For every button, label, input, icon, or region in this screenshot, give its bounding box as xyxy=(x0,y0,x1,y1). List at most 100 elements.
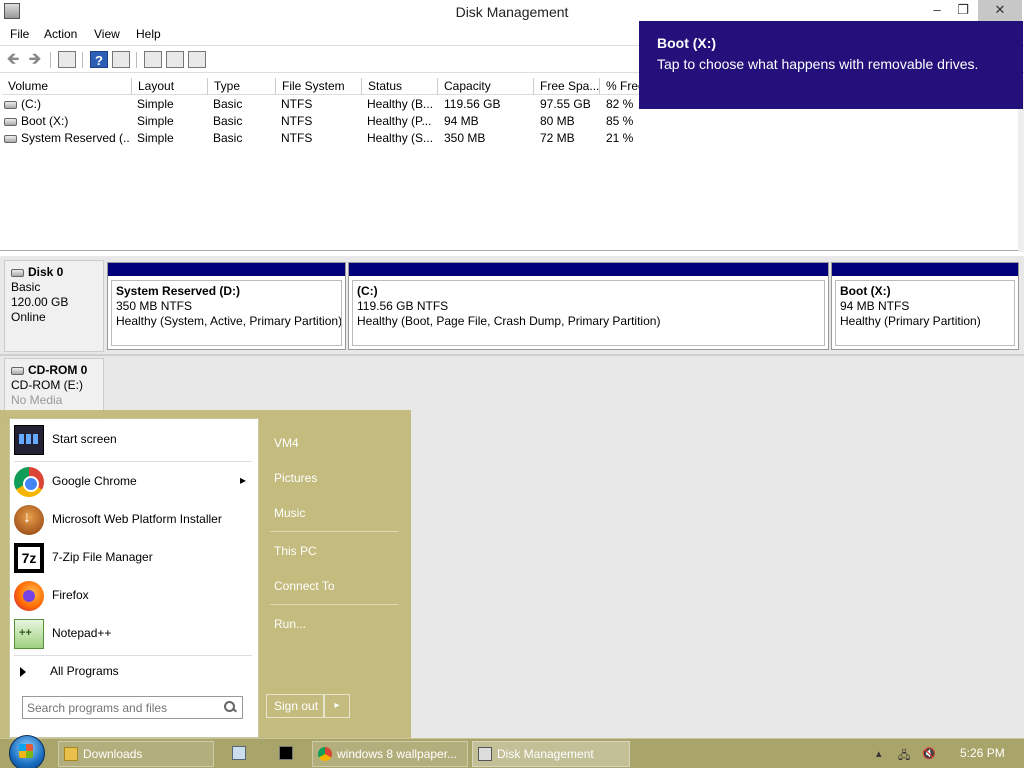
menu-file[interactable]: File xyxy=(10,27,29,41)
column-free-space[interactable]: Free Spa... xyxy=(534,78,600,95)
properties-icon[interactable] xyxy=(112,51,130,68)
command-prompt-icon[interactable] xyxy=(279,746,293,760)
partition-size: 94 MB NTFS xyxy=(840,299,910,313)
start-search-box[interactable] xyxy=(22,696,243,719)
column-layout[interactable]: Layout xyxy=(132,78,208,95)
close-button[interactable]: ✕ xyxy=(978,0,1022,22)
file-system-cell: NTFS xyxy=(281,131,313,145)
file-system-cell: NTFS xyxy=(281,114,313,128)
search-icon[interactable] xyxy=(223,700,237,714)
program-label: Microsoft Web Platform Installer xyxy=(52,512,222,526)
disk-state: Online xyxy=(11,310,46,324)
column-file-system[interactable]: File System xyxy=(276,78,362,95)
volume-name: (C:) xyxy=(21,97,41,111)
restore-button[interactable]: ❐ xyxy=(950,0,976,22)
program-web-platform-installer[interactable]: Microsoft Web Platform Installer xyxy=(14,503,254,537)
program-start-screen[interactable]: Start screen xyxy=(14,423,254,457)
partition-bar xyxy=(108,263,345,276)
disk-separator xyxy=(0,354,1024,356)
start-menu-programs: Start screen Google Chrome ▸ Microsoft W… xyxy=(9,418,259,738)
window-title: Disk Management xyxy=(455,4,569,20)
submenu-arrow-icon[interactable]: ▸ xyxy=(240,473,246,487)
search-input[interactable] xyxy=(27,699,217,716)
menu-action[interactable]: Action xyxy=(44,27,77,41)
partition-size: 119.56 GB NTFS xyxy=(357,299,449,313)
partition-status: Healthy (Primary Partition) xyxy=(840,314,981,328)
link-vm4[interactable]: VM4 xyxy=(274,436,299,450)
drive-icon xyxy=(4,118,17,126)
refresh-icon[interactable] xyxy=(144,51,162,68)
link-separator xyxy=(270,604,398,605)
partition-details: System Reserved (D:) 350 MB NTFS Healthy… xyxy=(111,280,342,346)
back-arrow-icon[interactable]: 🡸 xyxy=(4,51,22,68)
program-firefox[interactable]: Firefox xyxy=(14,579,254,613)
program-label: Firefox xyxy=(52,588,89,602)
partition-c[interactable]: (C:) 119.56 GB NTFS Healthy (Boot, Page … xyxy=(348,262,829,350)
volume-cell: System Reserved (... xyxy=(4,130,130,146)
clock[interactable]: 5:26 PM xyxy=(960,746,1005,760)
disk-0-label[interactable]: Disk 0 Basic 120.00 GB Online xyxy=(4,260,104,352)
7zip-icon xyxy=(14,543,44,573)
column-percent-free[interactable]: % Free xyxy=(600,78,640,95)
drive-icon xyxy=(4,135,17,143)
start-button[interactable] xyxy=(6,735,46,768)
taskbar-downloads[interactable]: Downloads xyxy=(58,741,214,767)
program-google-chrome[interactable]: Google Chrome ▸ xyxy=(14,465,254,499)
type-cell: Basic xyxy=(213,97,243,111)
show-hide-console-tree-icon[interactable] xyxy=(58,51,76,68)
column-volume[interactable]: Volume xyxy=(2,78,132,95)
partition-system-reserved[interactable]: System Reserved (D:) 350 MB NTFS Healthy… xyxy=(107,262,346,350)
settings-icon[interactable] xyxy=(188,51,206,68)
forward-arrow-icon[interactable]: 🡺 xyxy=(26,51,44,68)
toolbar-separator xyxy=(136,52,137,68)
program-label: 7-Zip File Manager xyxy=(52,550,153,564)
taskbar-disk-management[interactable]: Disk Management xyxy=(472,741,630,767)
partition-boot[interactable]: Boot (X:) 94 MB NTFS Healthy (Primary Pa… xyxy=(831,262,1019,350)
column-status[interactable]: Status xyxy=(362,78,438,95)
partition-title: Boot (X:) xyxy=(840,284,891,298)
percent-free-cell: 82 % xyxy=(606,97,634,111)
partition-title: System Reserved (D:) xyxy=(116,284,241,298)
cdrom-0-label[interactable]: CD-ROM 0 CD-ROM (E:) No Media xyxy=(4,358,104,418)
partition-details: (C:) 119.56 GB NTFS Healthy (Boot, Page … xyxy=(352,280,825,346)
cdrom-drive: CD-ROM (E:) xyxy=(11,378,83,392)
link-separator xyxy=(270,531,398,532)
shutdown-options-arrow-icon[interactable]: ▸ xyxy=(324,694,350,718)
menu-help[interactable]: Help xyxy=(136,27,161,41)
removable-drive-toast[interactable]: Boot (X:) Tap to choose what happens wit… xyxy=(639,21,1023,109)
column-capacity[interactable]: Capacity xyxy=(438,78,534,95)
column-type[interactable]: Type xyxy=(208,78,276,95)
partition-size: 350 MB NTFS xyxy=(116,299,193,313)
sign-out-button[interactable]: Sign out xyxy=(266,694,324,718)
partition-title: (C:) xyxy=(357,284,378,298)
cdrom-name: CD-ROM 0 xyxy=(28,363,88,377)
link-pictures[interactable]: Pictures xyxy=(274,471,317,485)
taskbar-chrome[interactable]: windows 8 wallpaper... xyxy=(312,741,468,767)
show-hidden-icons-chevron-icon[interactable]: ▴ xyxy=(876,747,882,760)
all-programs-label: All Programs xyxy=(50,664,119,678)
rescan-disks-icon[interactable] xyxy=(166,51,184,68)
minimize-button[interactable]: – xyxy=(924,0,950,22)
toast-title: Boot (X:) xyxy=(657,35,717,51)
program-7zip[interactable]: 7-Zip File Manager xyxy=(14,541,254,575)
disk-icon xyxy=(11,269,24,277)
link-connect-to[interactable]: Connect To xyxy=(274,579,335,593)
volume-muted-icon[interactable]: 🔇 xyxy=(922,747,936,760)
link-run[interactable]: Run... xyxy=(274,617,306,631)
menu-separator xyxy=(14,461,252,462)
link-music[interactable]: Music xyxy=(274,506,305,520)
firefox-icon xyxy=(14,581,44,611)
expand-arrow-icon xyxy=(20,667,26,677)
menu-view[interactable]: View xyxy=(94,27,120,41)
taskbar-item-label: Disk Management xyxy=(497,747,594,761)
program-notepad-plus-plus[interactable]: Notepad++ xyxy=(14,617,254,651)
network-icon[interactable]: 🖧 xyxy=(898,747,910,766)
taskbar-item-label: Downloads xyxy=(83,747,143,761)
clipboard-icon[interactable] xyxy=(232,746,246,760)
link-this-pc[interactable]: This PC xyxy=(274,544,317,558)
all-programs[interactable]: All Programs xyxy=(14,661,254,683)
cdrom-media: No Media xyxy=(11,393,63,407)
help-icon[interactable]: ? xyxy=(90,51,108,68)
chrome-icon xyxy=(318,747,332,761)
file-system-cell: NTFS xyxy=(281,97,313,111)
